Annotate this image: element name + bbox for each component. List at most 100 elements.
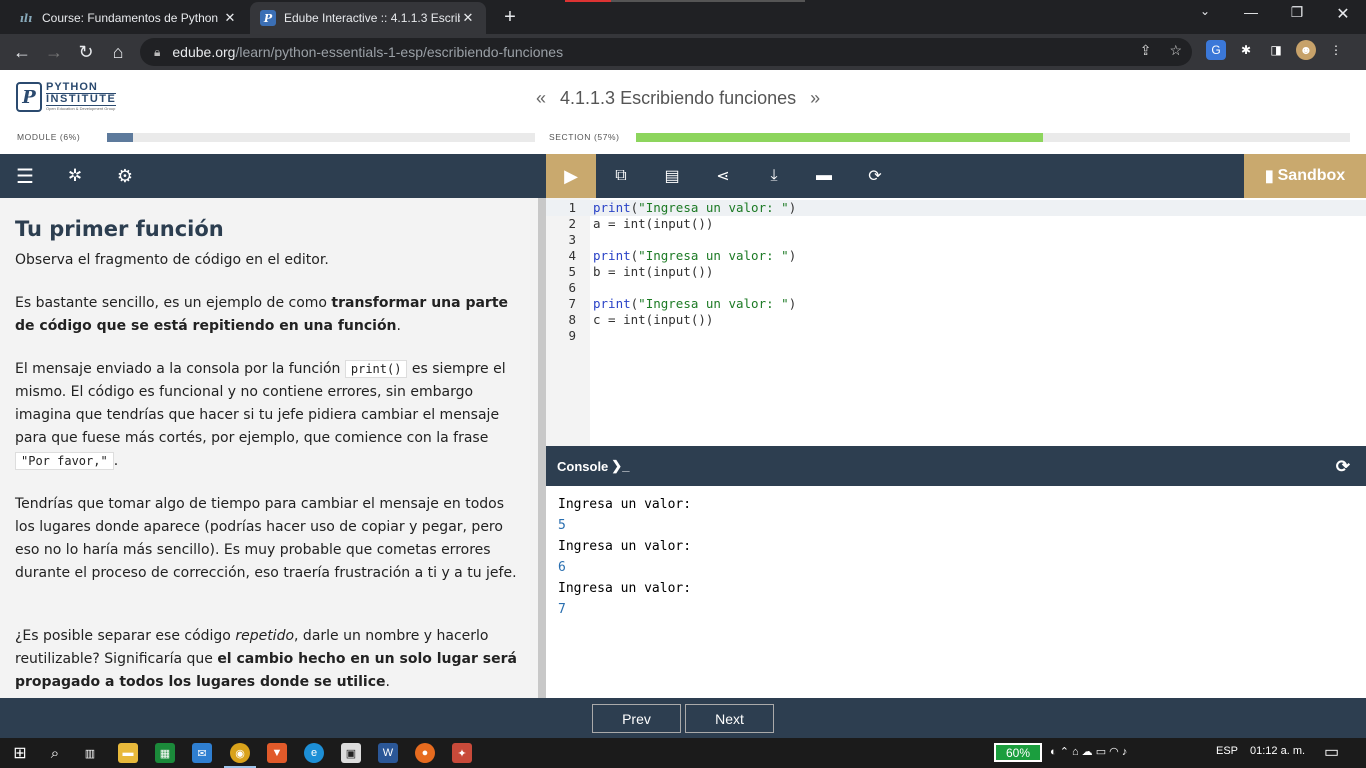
file-explorer-icon[interactable]: ▬ — [118, 743, 138, 763]
bookmark-star-icon[interactable]: ☆ — [1169, 42, 1182, 59]
reload-icon[interactable]: ↻ — [70, 42, 102, 63]
share-code-icon[interactable]: ⋖ — [711, 164, 735, 188]
code-line[interactable]: 5 b = int(input()) — [546, 264, 1366, 280]
code-line[interactable]: 1 print("Ingresa un valor: ") — [546, 200, 1366, 216]
forward-icon[interactable]: → — [38, 42, 70, 63]
code-line[interactable]: 9 — [546, 328, 1366, 344]
line-number: 4 — [568, 248, 576, 263]
sandbox-button[interactable]: ▮ Sandbox — [1244, 154, 1366, 198]
profile-avatar-icon[interactable]: ☻ — [1296, 40, 1316, 60]
new-tab-button[interactable]: + — [498, 6, 522, 29]
lesson-navigation: « 4.1.1.3 Escribiendo funciones » — [536, 88, 820, 109]
battery-indicator[interactable]: 60% — [994, 743, 1042, 762]
code-line[interactable]: 7 print("Ingresa un valor: ") — [546, 296, 1366, 312]
clock[interactable]: 01:12 a. m. — [1250, 745, 1305, 757]
notifications-icon[interactable]: ▭ — [1324, 742, 1339, 762]
close-window-icon[interactable]: ✕ — [1328, 4, 1358, 24]
app-icon[interactable]: ✦ — [452, 743, 472, 763]
lesson-scrollbar[interactable] — [538, 198, 546, 698]
side-panel-icon[interactable]: ◨ — [1266, 40, 1286, 60]
code-text: print("Ingresa un valor: ") — [593, 200, 797, 215]
code-line[interactable]: 3 — [546, 232, 1366, 248]
console-reset-icon[interactable]: ⟳ — [1336, 457, 1350, 477]
puzzle-extensions-icon[interactable]: ✱ — [1236, 40, 1256, 60]
code-text: print("Ingresa un valor: ") — [593, 248, 797, 263]
windows-start-icon[interactable]: ⊞ — [10, 743, 30, 763]
code-line[interactable]: 2 a = int(input()) — [546, 216, 1366, 232]
tab-search-icon[interactable]: ⌄ — [1190, 4, 1220, 18]
logo-line2: INSTITUTE — [46, 93, 117, 106]
bug-icon[interactable]: ✲ — [63, 164, 87, 188]
code-text: c = int(input()) — [593, 312, 714, 327]
code-editor[interactable]: 1 print("Ingresa un valor: ") 2 a = int(inp… — [546, 198, 1366, 446]
mail-icon[interactable]: ✉ — [192, 743, 212, 763]
word-icon[interactable]: W — [378, 743, 398, 763]
paste-icon[interactable]: ▤ — [660, 164, 684, 188]
code-line[interactable]: 6 — [546, 280, 1366, 296]
python-institute-logo-icon: P — [16, 82, 42, 112]
firefox-icon[interactable]: ● — [415, 743, 435, 763]
edge-icon[interactable]: e — [304, 743, 324, 763]
python-institute-favicon-icon: P — [260, 10, 276, 26]
code-text: b = int(input()) — [593, 264, 714, 279]
tab-title: Edube Interactive :: 4.1.1.3 Escribiendo… — [284, 11, 460, 25]
logo-line1: PYTHON — [46, 81, 98, 93]
download-icon[interactable]: ⤓ — [762, 164, 786, 188]
minimize-icon[interactable]: — — [1236, 4, 1266, 20]
restore-icon[interactable]: ❐ — [1282, 4, 1312, 21]
prev-button[interactable]: Prev — [592, 704, 681, 733]
address-bar[interactable]: 🔒︎ edube.org/learn/python-essentials-1-e… — [140, 38, 1192, 66]
browser-tab-edube[interactable]: P Edube Interactive :: 4.1.1.3 Escribien… — [250, 2, 486, 34]
tray-icons[interactable]: ◐ ⌃ ⌂ ☁ ▭ ◠ ♪ — [1050, 745, 1127, 758]
store-icon[interactable]: ▦ — [155, 743, 175, 763]
menu-kebab-icon[interactable]: ⋮ — [1326, 40, 1346, 60]
loading-indicator — [565, 0, 805, 2]
next-lesson-icon[interactable]: » — [810, 88, 820, 109]
line-number: 7 — [568, 296, 576, 311]
lesson-paragraph: Es bastante sencillo, es un ejemplo de c… — [15, 295, 509, 334]
language-indicator[interactable]: ESP — [1216, 745, 1238, 757]
media-app-icon[interactable]: ▣ — [341, 743, 361, 763]
chrome-icon[interactable]: ◉ — [224, 743, 256, 768]
console-output-line: Ingresa un valor: — [558, 497, 692, 512]
sandbox-label: Sandbox — [1277, 167, 1346, 184]
browser-tab-strip: ılı Course: Fundamentos de Python ✕ P Ed… — [0, 0, 1366, 34]
close-tab-icon[interactable]: ✕ — [460, 10, 476, 26]
previous-lesson-icon[interactable]: « — [536, 88, 546, 109]
console-output[interactable]: Ingresa un valor: 5 Ingresa un valor: 6 Ingr… — [546, 486, 1366, 698]
task-view-icon[interactable]: ▥ — [80, 743, 100, 763]
open-folder-icon[interactable]: ▬ — [812, 164, 836, 188]
copy-icon[interactable]: ⧉ — [609, 164, 633, 188]
code-line[interactable]: 4 print("Ingresa un valor: ") — [546, 248, 1366, 264]
line-number: 9 — [568, 328, 576, 343]
browser-toolbar: ← → ↻ ⌂ 🔒︎ edube.org/learn/python-essent… — [0, 34, 1366, 70]
menu-hamburger-icon[interactable]: ☰ — [13, 164, 37, 188]
search-icon[interactable]: ⌕ — [45, 743, 65, 763]
file-icon: ▮ — [1264, 168, 1274, 185]
brave-icon[interactable]: ▼ — [267, 743, 287, 763]
module-progress-bar — [107, 133, 535, 142]
lesson-paragraph: El mensaje enviado a la consola por la f… — [15, 360, 506, 470]
console-output-line: Ingresa un valor: — [558, 581, 692, 596]
section-progress-fill — [636, 133, 1043, 142]
next-button[interactable]: Next — [685, 704, 774, 733]
translate-extension-icon[interactable]: G — [1206, 40, 1226, 60]
back-icon[interactable]: ← — [6, 42, 38, 63]
close-tab-icon[interactable]: ✕ — [222, 10, 238, 26]
home-icon[interactable]: ⌂ — [102, 42, 134, 63]
logo-line3: Open Education & Development Group — [46, 106, 116, 111]
url-path: /learn/python-essentials-1-esp/escribien… — [235, 44, 564, 60]
settings-gear-icon[interactable]: ⚙ — [113, 164, 137, 188]
run-button[interactable]: ▶ — [546, 154, 596, 198]
python-institute-logo[interactable]: P PYTHON INSTITUTE Open Education & Deve… — [16, 81, 117, 112]
reset-refresh-icon[interactable]: ⟳ — [863, 164, 887, 188]
lock-icon: 🔒︎ — [154, 44, 161, 59]
extensions-area: G ✱ ◨ ☻ ⋮ — [1206, 40, 1346, 60]
code-line[interactable]: 8 c = int(input()) — [546, 312, 1366, 328]
scrollbar-thumb[interactable] — [538, 198, 546, 698]
lesson-nav-bar: Prev Next — [0, 698, 1366, 738]
browser-tab-course[interactable]: ılı Course: Fundamentos de Python ✕ — [8, 2, 248, 34]
share-icon[interactable]: ⇪ — [1140, 42, 1152, 59]
console-title: Console — [557, 458, 609, 474]
lesson-content: Tu primer función Observa el fragmento d… — [0, 198, 538, 698]
